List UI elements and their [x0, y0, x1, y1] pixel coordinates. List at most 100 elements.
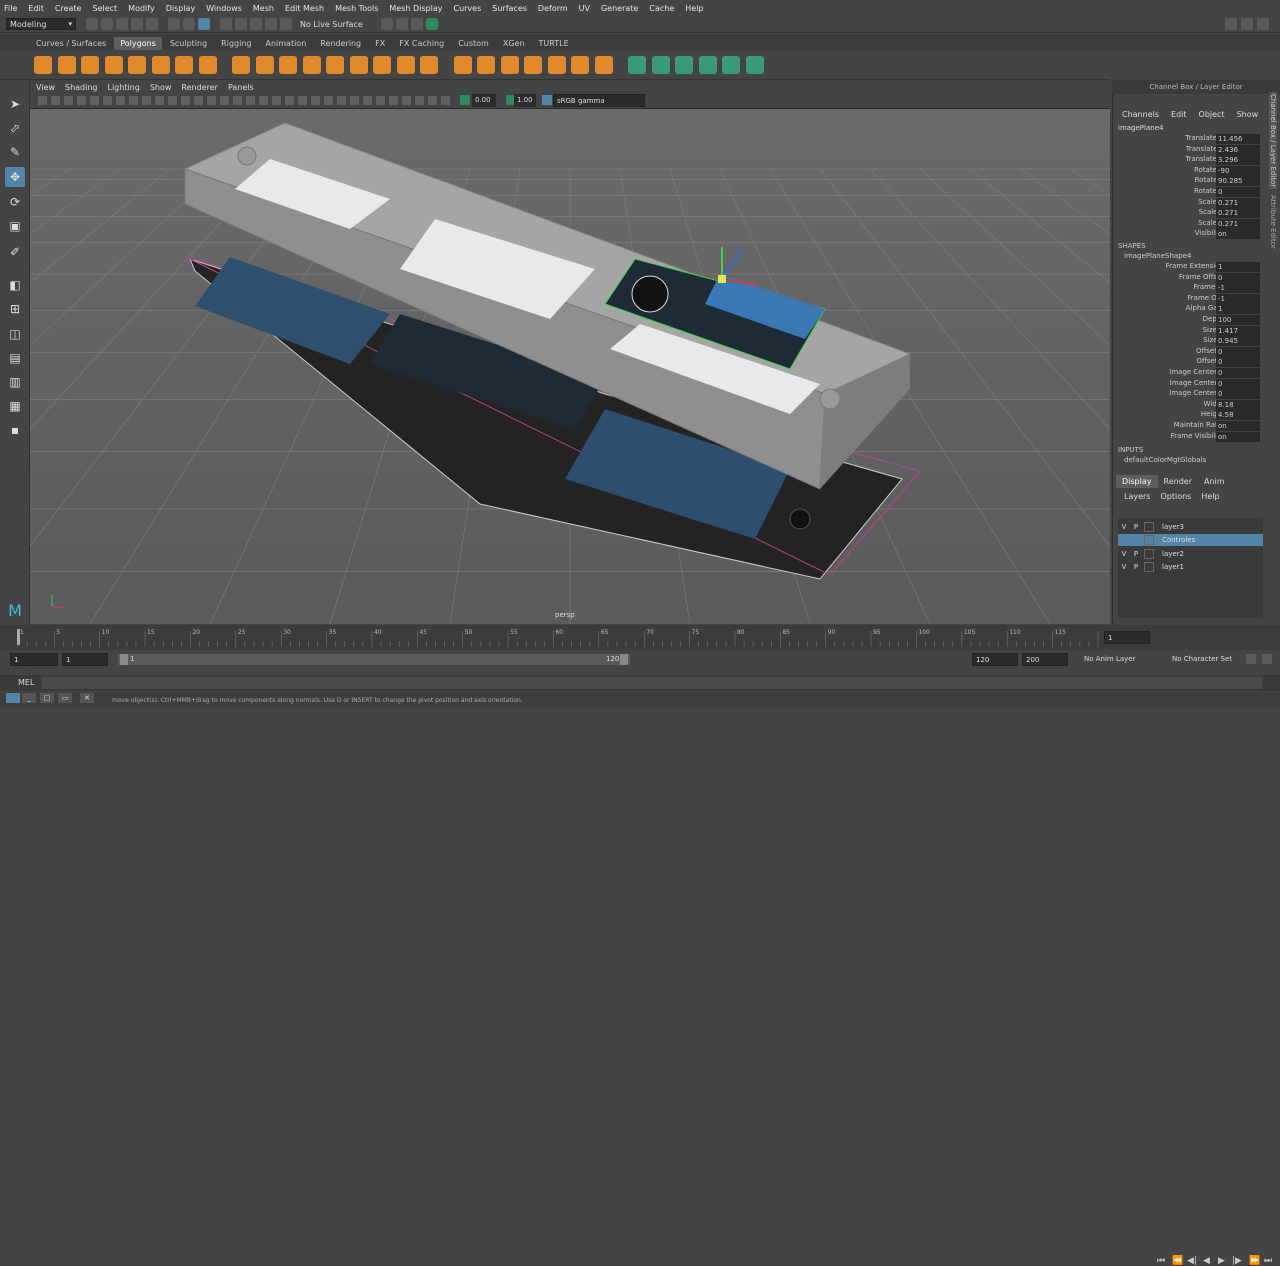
attr-row-frame-visibility[interactable]: Frame Visibility on: [1112, 431, 1262, 442]
attr-value[interactable]: 3.296: [1216, 155, 1260, 166]
menu-generate[interactable]: Generate: [601, 4, 638, 13]
color-space-dropdown[interactable]: sRGB gamma: [553, 94, 645, 107]
snap-curve-icon[interactable]: [235, 18, 247, 30]
torus-icon[interactable]: [151, 56, 170, 74]
cube-icon[interactable]: [57, 56, 76, 74]
persp-outliner-layout-icon[interactable]: ▤: [5, 348, 25, 368]
layer-color-swatch[interactable]: [1144, 561, 1154, 572]
layer-row-controles[interactable]: Controles: [1118, 534, 1263, 547]
panel-tool-icon[interactable]: [376, 96, 385, 105]
attr-row-scale-z[interactable]: Scale Z 0.271: [1112, 218, 1262, 229]
panel-tool-icon[interactable]: [168, 96, 177, 105]
panel-tool-icon[interactable]: [77, 96, 86, 105]
layer-row-layer2[interactable]: V Player2: [1118, 548, 1263, 560]
exposure-icon[interactable]: [460, 95, 470, 105]
panel-tool-icon[interactable]: [259, 96, 268, 105]
ipr-render-icon[interactable]: [395, 18, 408, 30]
panel-menu-panels[interactable]: Panels: [228, 83, 254, 92]
lasso-tool-icon[interactable]: ⬀: [5, 118, 25, 138]
current-frame-field[interactable]: 1: [1104, 631, 1150, 644]
attr-value[interactable]: 0: [1216, 378, 1260, 389]
attr-row-maintain-ratio[interactable]: Maintain Ratio on: [1112, 421, 1262, 431]
panel-tool-icon[interactable]: [64, 96, 73, 105]
menu-windows[interactable]: Windows: [206, 4, 242, 13]
attr-row-image-center-y[interactable]: Image Center Y0: [1112, 378, 1262, 389]
panel-menu-renderer[interactable]: Renderer: [181, 83, 218, 92]
menu-select[interactable]: Select: [92, 4, 117, 13]
uv-editor-icon[interactable]: [594, 56, 613, 74]
attr-row-frame-offset[interactable]: Frame Offset 0: [1112, 272, 1262, 283]
playback-end-field[interactable]: 120: [972, 653, 1018, 666]
attr-row-visibility[interactable]: Visibility on: [1112, 229, 1262, 240]
layer-tab-render[interactable]: Render: [1158, 475, 1198, 488]
attr-value[interactable]: -90: [1216, 165, 1260, 176]
exposure-field[interactable]: 0.00: [472, 94, 496, 107]
menu-uv[interactable]: UV: [579, 4, 590, 13]
select-component-icon[interactable]: [198, 18, 210, 30]
menu-mesh[interactable]: Mesh: [253, 4, 274, 13]
outliner-layout-icon[interactable]: ▦: [5, 396, 25, 416]
boolean-icon[interactable]: [326, 56, 344, 74]
layer-tab-anim[interactable]: Anim: [1198, 475, 1231, 488]
panel-tool-icon[interactable]: [350, 96, 359, 105]
panel-menu-view[interactable]: View: [36, 83, 55, 92]
layer-menu-options[interactable]: Options: [1160, 492, 1191, 501]
move-tool-icon[interactable]: ✥: [5, 167, 25, 187]
end-time-field[interactable]: 200: [1022, 653, 1068, 666]
range-slider[interactable]: 1 120: [118, 654, 630, 665]
attr-value[interactable]: 1.417: [1216, 325, 1260, 336]
step-forward-key-icon[interactable]: ⏩: [1249, 1256, 1260, 1266]
redo-icon[interactable]: [146, 18, 158, 30]
show-attribute-editor-icon[interactable]: [1241, 18, 1253, 30]
hypershade-icon[interactable]: [425, 18, 438, 30]
menu-mesh-tools[interactable]: Mesh Tools: [335, 4, 378, 13]
range-end-handle[interactable]: [620, 654, 628, 665]
shelf-tab-rigging[interactable]: Rigging: [215, 37, 257, 50]
menu-file[interactable]: File: [4, 4, 17, 13]
layer-menu-help[interactable]: Help: [1201, 492, 1219, 501]
cone-icon[interactable]: [104, 56, 123, 74]
menu-mesh-display[interactable]: Mesh Display: [389, 4, 442, 13]
menu-deform[interactable]: Deform: [538, 4, 568, 13]
panel-tool-icon[interactable]: [116, 96, 125, 105]
attr-value[interactable]: 11.456: [1216, 134, 1260, 144]
playback-start-field[interactable]: 1: [62, 653, 108, 666]
attr-row-rotate-y[interactable]: Rotate Y 90.285: [1112, 176, 1262, 187]
attr-row-offset-x[interactable]: Offset X0: [1112, 346, 1262, 357]
attr-value[interactable]: 0: [1216, 357, 1260, 368]
extrude-icon[interactable]: [373, 56, 391, 74]
menu-edit-mesh[interactable]: Edit Mesh: [285, 4, 324, 13]
maximize-icon[interactable]: □: [40, 693, 54, 703]
cb-menu-object[interactable]: Object: [1199, 110, 1225, 119]
layer-color-swatch[interactable]: [1144, 522, 1154, 532]
separate-icon[interactable]: [279, 56, 297, 74]
attr-value[interactable]: -1: [1216, 283, 1260, 294]
play-forward-icon[interactable]: ▶: [1218, 1256, 1225, 1266]
attr-value[interactable]: 0: [1216, 187, 1260, 197]
panel-tool-icon[interactable]: [298, 96, 307, 105]
object-name[interactable]: imagePlane4: [1118, 124, 1163, 132]
two-pane-layout-icon[interactable]: ◫: [5, 324, 25, 344]
save-scene-icon[interactable]: [116, 18, 128, 30]
attr-value[interactable]: 4.58: [1216, 410, 1260, 421]
menu-curves[interactable]: Curves: [453, 4, 481, 13]
viewport-persp[interactable]: persp: [30, 109, 1110, 624]
offset-loop-icon[interactable]: [547, 56, 566, 74]
unfold-icon[interactable]: [675, 56, 693, 74]
paint-select-icon[interactable]: ✎: [5, 142, 25, 162]
layer-color-swatch[interactable]: [1144, 535, 1154, 546]
live-surface-label[interactable]: No Live Surface: [300, 20, 363, 29]
panel-tool-icon[interactable]: [142, 96, 151, 105]
shelf-tab-turtle[interactable]: TURTLE: [533, 37, 575, 50]
snap-view-icon[interactable]: [265, 18, 277, 30]
layer-color-swatch[interactable]: [1144, 548, 1154, 559]
cb-menu-channels[interactable]: Channels: [1122, 110, 1159, 119]
attr-value[interactable]: 2.436: [1216, 144, 1260, 155]
attr-row-rotate-x[interactable]: Rotate X -90: [1112, 165, 1262, 176]
panel-menu-shading[interactable]: Shading: [65, 83, 98, 92]
rotate-tool-icon[interactable]: ⟳: [5, 192, 25, 212]
attr-row-rotate-z[interactable]: Rotate Z0: [1112, 187, 1262, 197]
attr-row-scale-x[interactable]: Scale X 0.271: [1112, 197, 1262, 208]
panel-tool-icon[interactable]: [311, 96, 320, 105]
go-to-end-icon[interactable]: ⏭: [1264, 1256, 1272, 1266]
